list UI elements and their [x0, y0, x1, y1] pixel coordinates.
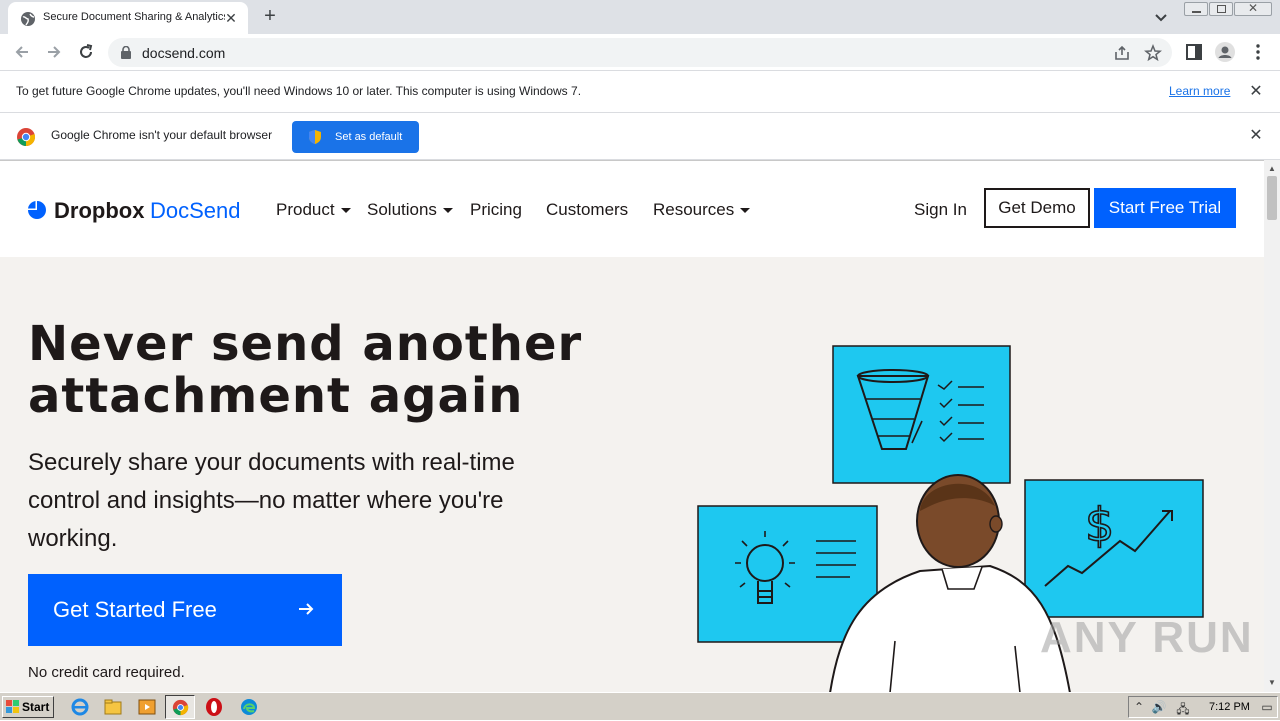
scroll-down-icon[interactable]: ▼ — [1268, 678, 1276, 687]
internet-explorer-icon[interactable] — [70, 697, 90, 717]
cta-label: Get Started Free — [53, 597, 217, 622]
menu-kebab-icon[interactable] — [1248, 42, 1268, 62]
side-panel-icon[interactable] — [1184, 42, 1204, 62]
get-started-free-button[interactable]: Get Started Free — [28, 574, 342, 646]
opera-icon[interactable] — [204, 697, 224, 717]
caret-down-icon — [740, 208, 751, 214]
new-tab-button[interactable]: + — [260, 6, 280, 27]
get-demo-button[interactable]: Get Demo — [984, 188, 1090, 228]
no-credit-card-note: No credit card required. — [28, 664, 185, 681]
headline-line-1: Never send another — [28, 316, 583, 372]
default-browser-message: Google Chrome isn't your default browser — [51, 128, 273, 142]
brand-primary: Dropbox — [54, 198, 145, 223]
update-message: To get future Google Chrome updates, you… — [16, 84, 582, 98]
minimize-button[interactable] — [1184, 2, 1208, 16]
address-bar[interactable]: docsend.com — [108, 38, 1172, 67]
system-tray: ⌃ 🔊 🖧 7:12 PM ▭ — [1128, 696, 1278, 718]
docsend-logo-icon — [28, 201, 46, 219]
scroll-up-icon[interactable]: ▲ — [1268, 164, 1276, 173]
nav-product[interactable]: Product — [276, 200, 351, 220]
file-explorer-icon[interactable] — [103, 697, 123, 717]
taskbar-clock[interactable]: 7:12 PM — [1209, 701, 1250, 713]
site-header: Dropbox DocSend Product Solutions Pricin… — [0, 161, 1264, 257]
scrollbar-thumb[interactable] — [1267, 176, 1277, 220]
start-free-trial-button[interactable]: Start Free Trial — [1094, 188, 1236, 228]
start-label: Start — [22, 700, 50, 714]
chrome-icon — [172, 699, 189, 716]
restore-button[interactable] — [1209, 2, 1233, 16]
reload-icon[interactable] — [76, 42, 96, 62]
caret-down-icon — [340, 208, 351, 214]
media-player-icon[interactable] — [137, 697, 157, 717]
svg-text:$: $ — [1085, 498, 1114, 552]
idea-panel — [697, 505, 878, 643]
url-text[interactable]: docsend.com — [142, 45, 225, 61]
nav-solutions[interactable]: Solutions — [367, 200, 453, 220]
close-icon[interactable]: ✕ — [1248, 128, 1264, 144]
sign-in-link[interactable]: Sign In — [914, 200, 967, 220]
headline-line-2: attachment again — [28, 368, 524, 424]
network-icon[interactable]: 🖧 — [1175, 700, 1191, 716]
nav-resources-label: Resources — [653, 200, 735, 219]
page-viewport: Dropbox DocSend Product Solutions Pricin… — [0, 160, 1264, 692]
arrow-right-icon — [299, 603, 314, 615]
taskbar-chrome-button[interactable] — [165, 695, 195, 719]
brand-secondary: DocSend — [150, 198, 241, 223]
tray-expand-icon[interactable]: ⌃ — [1131, 700, 1147, 716]
shield-icon — [309, 130, 321, 144]
tab-strip: Secure Document Sharing & Analytics ✕ + … — [0, 0, 1280, 34]
caret-down-icon — [442, 208, 453, 214]
funnel-panel — [832, 345, 1011, 484]
tab-title: Secure Document Sharing & Analytics — [43, 11, 225, 23]
show-desktop-icon[interactable]: ▭ — [1259, 700, 1275, 716]
nav-customers[interactable]: Customers — [546, 200, 628, 220]
update-infobar: To get future Google Chrome updates, you… — [0, 71, 1280, 113]
browser-toolbar: docsend.com — [0, 34, 1280, 71]
volume-icon[interactable]: 🔊 — [1151, 700, 1167, 716]
back-icon[interactable] — [12, 42, 32, 62]
windows-taskbar: Start ⌃ 🔊 🖧 7:12 PM ▭ — [0, 692, 1280, 720]
hero-subheadline: Securely share your documents with real-… — [28, 449, 515, 552]
profile-avatar-icon[interactable] — [1215, 42, 1235, 62]
nav-pricing[interactable]: Pricing — [470, 200, 522, 220]
bookmark-star-icon[interactable] — [1144, 44, 1162, 62]
close-icon[interactable]: ✕ — [1248, 84, 1264, 100]
browser-tab[interactable]: Secure Document Sharing & Analytics ✕ — [8, 2, 248, 34]
page-scrollbar[interactable]: ▲ ▼ — [1264, 160, 1280, 692]
edge-icon[interactable] — [239, 697, 259, 717]
start-button[interactable]: Start — [2, 696, 54, 718]
hero-headline: Never send another attachment again — [28, 318, 668, 422]
share-icon[interactable] — [1113, 44, 1131, 62]
tab-close-icon[interactable]: ✕ — [223, 10, 239, 26]
learn-more-link[interactable]: Learn more — [1169, 84, 1230, 98]
globe-icon — [21, 12, 35, 26]
forward-icon[interactable] — [44, 42, 64, 62]
growth-panel: $ — [1024, 479, 1204, 618]
nav-product-label: Product — [276, 200, 335, 219]
nav-resources[interactable]: Resources — [653, 200, 751, 220]
set-as-default-button[interactable]: Set as default — [292, 121, 419, 153]
windows-flag-icon — [6, 700, 19, 713]
lock-icon[interactable] — [120, 46, 132, 59]
window-close-button[interactable]: ✕ — [1234, 1, 1272, 16]
chrome-logo-icon — [17, 128, 36, 147]
tab-search-icon[interactable] — [1152, 8, 1170, 26]
anyrun-watermark: ANY RUN — [1040, 613, 1254, 662]
nav-solutions-label: Solutions — [367, 200, 437, 219]
default-browser-infobar: Google Chrome isn't your default browser… — [0, 113, 1280, 160]
